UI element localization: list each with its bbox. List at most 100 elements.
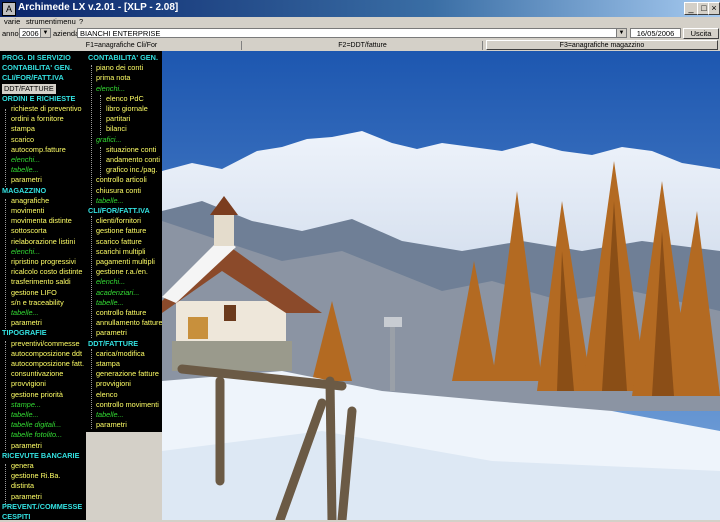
menu-item-tabelle[interactable]: tabelle... [11, 410, 39, 420]
menu-item-sottoscorta[interactable]: sottoscorta [11, 226, 47, 236]
menu-item-gestione-lifo[interactable]: gestione LIFO [11, 288, 57, 298]
menu-item-gestione-r-a-en[interactable]: gestione r.a./en. [96, 267, 148, 277]
menu-item-movimenti[interactable]: movimenti [11, 206, 44, 216]
minimize-button[interactable]: _ [684, 2, 698, 15]
menu-item-ddt-fatture[interactable]: DDT/FATTURE [2, 83, 56, 94]
menu-item-elenchi[interactable]: elenchi... [11, 155, 40, 165]
year-select[interactable]: 2006 ▼ [19, 28, 51, 38]
menu-item-tabelle[interactable]: tabelle... [96, 298, 124, 308]
menu-varie[interactable]: varie [4, 17, 20, 26]
menu-item-stampa[interactable]: stampa [96, 359, 120, 369]
menu-item-grafico-inc-pag[interactable]: grafico inc./pag. [106, 165, 158, 175]
menu-item-provvigioni[interactable]: provvigioni [11, 379, 46, 389]
menu-item-carica-modifica[interactable]: carica/modifica [96, 349, 145, 359]
menu-item-parametri[interactable]: parametri [11, 175, 42, 185]
menu-item-partitari[interactable]: partitari [106, 114, 130, 124]
f3-tab[interactable]: F3=anagrafiche magazzino [486, 40, 718, 50]
menu-item-parametri[interactable]: parametri [11, 492, 42, 502]
menu-item-autocomp-fatture[interactable]: autocomp.fatture [11, 145, 66, 155]
menu-item-generazione-fatture[interactable]: generazione fatture [96, 369, 159, 379]
menu-item-parametri[interactable]: parametri [96, 328, 127, 338]
f1-tab[interactable]: F1=anagrafiche Cli/For [2, 41, 242, 50]
section-ricevute-bancarie[interactable]: RICEVUTE BANCARIE [2, 451, 79, 461]
window-title: Archimede LX v.2.01 - [XLP - 2.08] [18, 2, 179, 13]
menu-item-scarichi-multipli[interactable]: scarichi multipli [96, 247, 145, 257]
section-contabilita-gen[interactable]: CONTABILITA' GEN. [88, 53, 158, 63]
menu-item-rielaborazione-listini[interactable]: rielaborazione listini [11, 237, 75, 247]
menu-item-consuntivazione[interactable]: consuntivazione [11, 369, 63, 379]
menu-item-autocomposizione-fatt[interactable]: autocomposizione fatt. [11, 359, 84, 369]
menu-item-richieste-di-preventivo[interactable]: richieste di preventivo [11, 104, 82, 114]
menu-strumenti[interactable]: strumenti [26, 17, 57, 26]
menu-item-tabelle-fotolito[interactable]: tabelle fotolito... [11, 430, 62, 440]
menu-item-tabelle[interactable]: tabelle... [11, 308, 39, 318]
section-prog-di-servizio[interactable]: PROG. DI SERVIZIO [2, 53, 71, 63]
menu-item-annullamento-fatture[interactable]: annullamento fatture [96, 318, 163, 328]
menu-item-provvigioni[interactable]: provvigioni [96, 379, 131, 389]
company-select[interactable]: BIANCHI ENTERPRISE ▼ [77, 28, 627, 38]
menu-item-s-n-e-traceability[interactable]: s/n e traceability [11, 298, 64, 308]
menu-item-libro-giornale[interactable]: libro giornale [106, 104, 148, 114]
menu-item-scarico-fatture[interactable]: scarico fatture [96, 237, 142, 247]
section-cli-for-fatt-iva[interactable]: CLI/FOR/FATT.IVA [2, 73, 64, 83]
menu-item-elenchi[interactable]: elenchi... [96, 277, 125, 287]
menu-item-elenchi[interactable]: elenchi... [96, 84, 125, 94]
menu-item-grafici[interactable]: grafici... [96, 135, 122, 145]
section-cespiti[interactable]: CESPITI [2, 512, 30, 522]
menu-item-trasferimento-saldi[interactable]: trasferimento saldi [11, 277, 71, 287]
menu-help[interactable]: ? [79, 17, 83, 26]
section-contabilita-gen[interactable]: CONTABILITA' GEN. [2, 63, 72, 73]
menu-item-pagamenti-multipli[interactable]: pagamenti multipli [96, 257, 155, 267]
menu-item-parametri[interactable]: parametri [11, 318, 42, 328]
menu-item-controllo-fatture[interactable]: controllo fatture [96, 308, 146, 318]
menu-item-gestione-fatture[interactable]: gestione fatture [96, 226, 146, 236]
menu-item-movimenta-distinte[interactable]: movimenta distinte [11, 216, 72, 226]
menu-item-situazione-conti[interactable]: situazione conti [106, 145, 156, 155]
menu-item-parametri[interactable]: parametri [96, 420, 127, 430]
menu-item-bilanci[interactable]: bilanci [106, 124, 127, 134]
menu-item-parametri[interactable]: parametri [11, 441, 42, 451]
menu-item-preventivi-commesse[interactable]: preventivi/commesse [11, 339, 80, 349]
close-button[interactable]: × [708, 2, 720, 15]
menu-item-andamento-conti[interactable]: andamento conti [106, 155, 160, 165]
menu-item-piano-dei-conti[interactable]: piano dei conti [96, 63, 143, 73]
f2-tab[interactable]: F2=DDT/fatture [243, 41, 483, 50]
section-ordini-e-richieste[interactable]: ORDINI E RICHIESTE [2, 94, 75, 104]
left-menu-panel: PROG. DI SERVIZIO CONTABILITA' GEN. CLI/FO… [0, 51, 86, 522]
menu-item-genera[interactable]: genera [11, 461, 34, 471]
menu-item-scarico[interactable]: scarico [11, 135, 34, 145]
menu-menu[interactable]: menu [57, 17, 76, 26]
date-field[interactable]: 16/05/2006 [630, 28, 681, 38]
menu-item-stampe[interactable]: stampe... [11, 400, 41, 410]
menu-item-elenchi[interactable]: elenchi... [11, 247, 40, 257]
exit-button[interactable]: Uscita [683, 28, 719, 39]
section-cli-for-fatt-iva[interactable]: CLI/FOR/FATT.IVA [88, 206, 150, 216]
menu-item-elenco-pdc[interactable]: elenco PdC [106, 94, 144, 104]
menu-item-chiusura-conti[interactable]: chiusura conti [96, 186, 141, 196]
menu-item-gestione-priorit[interactable]: gestione priorità [11, 390, 63, 400]
menu-item-stampa[interactable]: stampa [11, 124, 35, 134]
menu-item-ricalcolo-costo-distinte[interactable]: ricalcolo costo distinte [11, 267, 82, 277]
menu-item-prima-nota[interactable]: prima nota [96, 73, 130, 83]
section-prevent-commesse[interactable]: PREVENT./COMMESSE [2, 502, 82, 512]
menu-item-tabelle[interactable]: tabelle... [11, 165, 39, 175]
menu-item-tabelle[interactable]: tabelle... [96, 410, 124, 420]
menu-item-elenco[interactable]: elenco [96, 390, 118, 400]
chevron-down-icon: ▼ [40, 29, 50, 37]
menu-item-distinta[interactable]: distinta [11, 481, 34, 491]
menu-item-acadenziari[interactable]: acadenziari... [96, 288, 139, 298]
menu-item-autocomposizione-ddt[interactable]: autocomposizione ddt [11, 349, 82, 359]
menu-item-tabelle-digitali[interactable]: tabelle digitali... [11, 420, 61, 430]
section-ddt-fatture[interactable]: DDT/FATTURE [88, 339, 138, 349]
menu-item-anagrafiche[interactable]: anagrafiche [11, 196, 49, 206]
menu-item-controllo-movimenti[interactable]: controllo movimenti [96, 400, 159, 410]
menu-item-ripristino-progressivi[interactable]: ripristino progressivi [11, 257, 76, 267]
menu-item-tabelle[interactable]: tabelle... [96, 196, 124, 206]
menu-item-ordini-a-fornitore[interactable]: ordini a fornitore [11, 114, 64, 124]
menu-item-clienti-fornitori[interactable]: clienti/fornitori [96, 216, 141, 226]
section-tipografie[interactable]: TIPOGRAFIE [2, 328, 47, 338]
menu-item-gestione-ri-ba[interactable]: gestione Ri.Ba. [11, 471, 61, 481]
menu-item-controllo-articoli[interactable]: controllo articoli [96, 175, 147, 185]
section-magazzino[interactable]: MAGAZZINO [2, 186, 46, 196]
tree-guide-line [5, 199, 6, 329]
